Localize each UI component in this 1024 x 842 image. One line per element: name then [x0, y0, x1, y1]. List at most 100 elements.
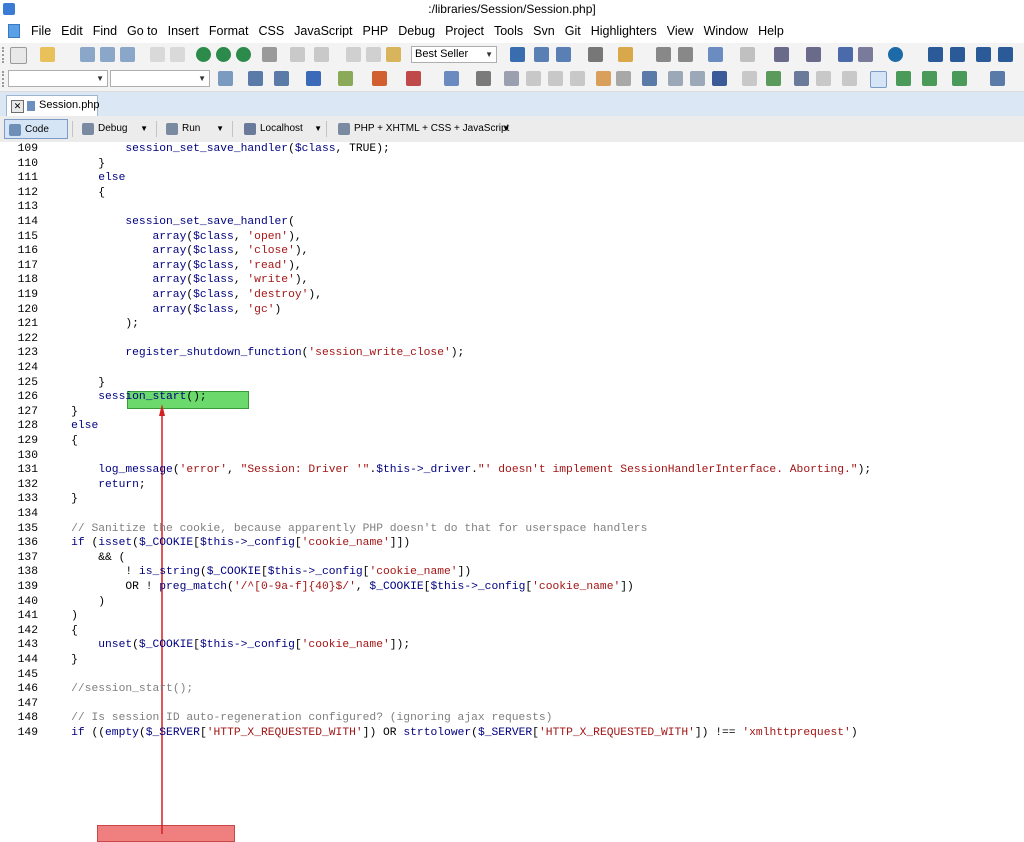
menu-css[interactable]: CSS	[253, 19, 289, 43]
split-vertical-icon[interactable]	[998, 47, 1013, 62]
color-icon[interactable]	[306, 71, 321, 86]
snippet-icon[interactable]	[372, 71, 387, 86]
arrow-right-icon[interactable]	[510, 47, 525, 62]
window-icon[interactable]	[928, 47, 943, 62]
close-icon[interactable]: ✕	[11, 100, 24, 113]
paste-icon[interactable]	[386, 47, 401, 62]
toolbar-grip[interactable]	[2, 47, 7, 63]
new-file-icon[interactable]	[10, 47, 27, 64]
window-2-icon[interactable]	[950, 47, 965, 62]
code-line[interactable]: 133 }	[0, 492, 1024, 507]
inspect-icon[interactable]	[806, 47, 821, 62]
code-line[interactable]: 140 )	[0, 595, 1024, 610]
globe-icon[interactable]	[888, 47, 903, 62]
code-line[interactable]: 134	[0, 507, 1024, 522]
code-line[interactable]: 111 else	[0, 171, 1024, 186]
browser-preview-icon[interactable]	[196, 47, 211, 62]
tag-icon[interactable]	[656, 47, 671, 62]
menu-php[interactable]: PHP	[358, 19, 394, 43]
spell-icon[interactable]	[616, 71, 631, 86]
special-char-icon[interactable]	[406, 71, 421, 86]
menu-help[interactable]: Help	[753, 19, 789, 43]
preview-2-icon[interactable]	[690, 71, 705, 86]
cursor-icon[interactable]	[444, 71, 459, 86]
indent-icon[interactable]	[476, 71, 491, 86]
code-line[interactable]: 119 array($class, 'destroy'),	[0, 288, 1024, 303]
code-line[interactable]: 116 array($class, 'close'),	[0, 244, 1024, 259]
code-line[interactable]: 110 }	[0, 157, 1024, 172]
code-line[interactable]: 118 array($class, 'write'),	[0, 273, 1024, 288]
comment-icon[interactable]	[526, 71, 541, 86]
folder-tag-icon[interactable]	[618, 47, 633, 62]
run-button[interactable]: Run ▼	[162, 119, 224, 139]
wizard-icon[interactable]	[858, 47, 873, 62]
forward-icon[interactable]	[740, 47, 755, 62]
undo-icon[interactable]	[290, 47, 305, 62]
menu-javascript[interactable]: JavaScript	[289, 19, 357, 43]
code-line[interactable]: 146 //session_start();	[0, 682, 1024, 697]
code-line[interactable]: 145	[0, 668, 1024, 683]
menu-git[interactable]: Git	[560, 19, 586, 43]
panel-icon[interactable]	[816, 71, 831, 86]
toolbar-grip-2[interactable]	[2, 71, 7, 87]
menu-format[interactable]: Format	[204, 19, 254, 43]
code-line[interactable]: 122	[0, 332, 1024, 347]
code-line[interactable]: 114 session_set_save_handler(	[0, 215, 1024, 230]
browser-preview-3-icon[interactable]	[236, 47, 251, 62]
picture-icon[interactable]	[766, 71, 781, 86]
find-icon[interactable]	[534, 47, 549, 62]
code-line[interactable]: 127 }	[0, 405, 1024, 420]
menu-tools[interactable]: Tools	[489, 19, 528, 43]
code-line[interactable]: 109 session_set_save_handler($class, TRU…	[0, 142, 1024, 157]
print-icon[interactable]	[262, 47, 277, 62]
menu-window[interactable]: Window	[699, 19, 753, 43]
style-select[interactable]: ▼	[8, 70, 108, 87]
copy-page-icon[interactable]	[150, 47, 165, 62]
image-icon[interactable]	[338, 71, 353, 86]
menu-debug[interactable]: Debug	[393, 19, 440, 43]
form-icon[interactable]	[274, 71, 289, 86]
code-line[interactable]: 138 ! is_string($_COOKIE[$this->_config[…	[0, 565, 1024, 580]
split-horizontal-icon[interactable]	[976, 47, 991, 62]
code-line[interactable]: 137 && (	[0, 551, 1024, 566]
debug-button[interactable]: Debug ▼	[78, 119, 148, 139]
code-line[interactable]: 148 // Is session ID auto-regeneration c…	[0, 711, 1024, 726]
code-line[interactable]: 143 unset($_COOKIE[$this->_config['cooki…	[0, 638, 1024, 653]
menu-svn[interactable]: Svn	[528, 19, 560, 43]
publish-2-icon[interactable]	[922, 71, 937, 86]
format-icon[interactable]	[218, 71, 233, 86]
code-view-button[interactable]: Code	[4, 119, 68, 139]
menu-edit[interactable]: Edit	[56, 19, 88, 43]
code-line[interactable]: 113	[0, 200, 1024, 215]
replace-icon[interactable]	[556, 47, 571, 62]
back-icon[interactable]	[708, 47, 723, 62]
list-icon[interactable]	[642, 71, 657, 86]
menu-highlighters[interactable]: Highlighters	[586, 19, 662, 43]
code-line[interactable]: 112 {	[0, 186, 1024, 201]
tag-edit-icon[interactable]	[678, 47, 693, 62]
menu-find[interactable]: Find	[88, 19, 122, 43]
wrap-icon[interactable]	[570, 71, 585, 86]
deploy-icon[interactable]	[952, 71, 967, 86]
code-line[interactable]: 144 }	[0, 653, 1024, 668]
menu-go-to[interactable]: Go to	[122, 19, 163, 43]
clone-icon[interactable]	[170, 47, 185, 62]
code-line[interactable]: 117 array($class, 'read'),	[0, 259, 1024, 274]
open-folder-icon[interactable]	[40, 47, 55, 62]
save-icon[interactable]	[80, 47, 95, 62]
code-line[interactable]: 130	[0, 449, 1024, 464]
code-line[interactable]: 136 if (isset($_COOKIE[$this->_config['c…	[0, 536, 1024, 551]
browser-preview-2-icon[interactable]	[216, 47, 231, 62]
menu-file[interactable]: File	[26, 19, 56, 43]
code-line[interactable]: 132 return;	[0, 478, 1024, 493]
code-line[interactable]: 149 if ((empty($_SERVER['HTTP_X_REQUESTE…	[0, 726, 1024, 741]
code-line[interactable]: 126 session_start();	[0, 390, 1024, 405]
code-line[interactable]: 124	[0, 361, 1024, 376]
cut-icon[interactable]	[346, 47, 361, 62]
code-line[interactable]: 121 );	[0, 317, 1024, 332]
code-line[interactable]: 123 register_shutdown_function('session_…	[0, 346, 1024, 361]
toggle-view-icon[interactable]	[870, 71, 887, 88]
code-line[interactable]: 128 else	[0, 419, 1024, 434]
code-line[interactable]: 135 // Sanitize the cookie, because appa…	[0, 522, 1024, 537]
server-button[interactable]: Localhost ▼	[240, 119, 322, 139]
